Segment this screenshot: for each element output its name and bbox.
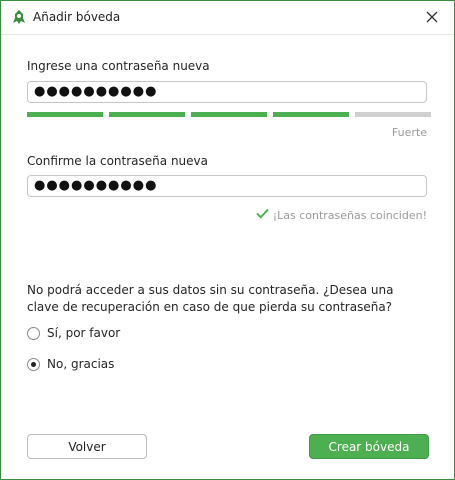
recovery-option-yes[interactable]: Sí, por favor [27,326,120,340]
checkmark-icon [255,208,269,222]
close-icon [426,8,438,27]
strength-segment [273,112,349,117]
strength-segment [191,112,267,117]
strength-segment [355,112,431,117]
recovery-option-yes-label: Sí, por favor [47,326,121,340]
title-bar: Añadir bóveda [1,1,454,35]
recovery-question: No podrá acceder a sus datos sin su cont… [27,283,394,314]
confirm-password-input[interactable]: ●●●●●●●●●● [27,175,427,197]
password-strength-text: Fuerte [391,126,427,139]
app-logo-icon [11,9,27,25]
back-button[interactable]: Volver [27,434,147,459]
password-strength-meter [27,112,431,117]
password-match-status: ¡Las contraseñas coinciden! [255,208,427,222]
radio-button-yes[interactable] [27,326,40,340]
add-vault-dialog: Añadir bóveda Ingrese una contraseña nue… [0,0,455,480]
strength-segment [27,112,103,117]
strength-segment [109,112,185,117]
recovery-option-no[interactable]: No, gracias [27,357,114,371]
close-button[interactable] [412,1,452,34]
create-vault-button[interactable]: Crear bóveda [309,434,429,459]
password-match-text: ¡Las contraseñas coinciden! [272,208,427,222]
window-title: Añadir bóveda [33,10,121,24]
radio-button-no[interactable] [27,357,40,371]
recovery-option-no-label: No, gracias [47,357,115,371]
new-password-input[interactable]: ●●●●●●●●●● [27,81,427,103]
confirm-password-label: Confirme la contraseña nueva [27,154,208,168]
new-password-label: Ingrese una contraseña nueva [27,59,210,73]
